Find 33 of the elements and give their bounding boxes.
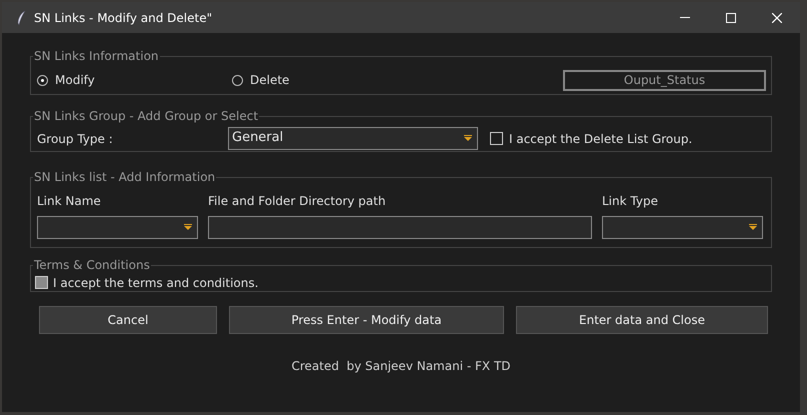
- radio-label: Modify: [55, 72, 95, 89]
- footer-credit: Created by Sanjeev Namani - FX TD: [290, 358, 512, 375]
- radio-button[interactable]: [37, 74, 48, 86]
- path-input[interactable]: [208, 216, 592, 239]
- field-label: Group Type :: [37, 130, 114, 148]
- group-title: SN Links Group - Add Group or Select: [33, 108, 260, 125]
- dropdown-arrow-icon: [749, 224, 757, 230]
- radio-button[interactable]: [232, 74, 243, 86]
- checkbox[interactable]: [35, 276, 48, 289]
- feather-icon: [17, 10, 26, 24]
- group-title: Terms & Conditions: [33, 257, 151, 274]
- checkbox[interactable]: [490, 132, 503, 145]
- link-name-dropdown[interactable]: [37, 216, 198, 239]
- group-title: SN Links Information: [33, 48, 160, 65]
- maximize-icon: [726, 12, 736, 22]
- action-button[interactable]: Cancel: [39, 306, 217, 334]
- action-button[interactable]: Press Enter - Modify data: [229, 306, 504, 334]
- minimize-icon: [680, 17, 690, 18]
- group-title: SN Links list - Add Information: [33, 169, 216, 186]
- column-label: File and Folder Directory path: [208, 193, 387, 210]
- checkbox-label: I accept the terms and conditions.: [53, 274, 258, 292]
- radio-label: Delete: [250, 72, 290, 89]
- dropdown-arrow-icon: [184, 224, 192, 230]
- column-label: Link Name: [37, 193, 102, 210]
- close-icon: [772, 12, 782, 22]
- link-type-dropdown[interactable]: [602, 216, 763, 239]
- column-label: Link Type: [602, 193, 659, 210]
- status-field: Ouput_Status: [563, 70, 766, 90]
- checkbox-label: I accept the Delete List Group.: [509, 130, 692, 148]
- action-button[interactable]: Enter data and Close: [516, 306, 768, 334]
- dropdown-arrow-icon: [464, 134, 472, 140]
- window-title: SN Links - Modify and Delete": [34, 10, 212, 26]
- group-type-dropdown[interactable]: General: [228, 127, 478, 150]
